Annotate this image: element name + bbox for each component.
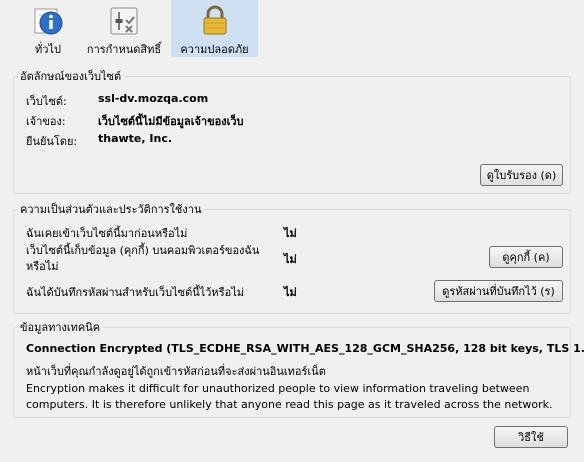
cookies-answer: ไม่ [284, 253, 297, 266]
visited-answer: ไม่ [284, 227, 297, 240]
passwords-question: ฉันได้บันทึกรหัสผ่านสำหรับเว็บไซต์นี้ไว้… [26, 286, 244, 299]
encryption-description-line2: computers. It is therefore unlikely that… [26, 398, 553, 411]
encryption-description-line1: Encryption makes it difficult for unauth… [26, 382, 530, 395]
passwords-answer: ไม่ [284, 286, 297, 299]
connection-status: Connection Encrypted (TLS_ECDHE_RSA_WITH… [26, 342, 584, 355]
verifier-value: thawte, Inc. [98, 132, 173, 145]
tab-general-label: ทั่วไป [35, 43, 61, 56]
cookies-question-line2: หรือไม่ [26, 260, 59, 273]
identity-legend: อัตลักษณ์ของเว็บไซต์ [20, 70, 122, 83]
visited-question: ฉันเคยเข้าเว็บไซต์นี้มาก่อนหรือไม่ [26, 227, 188, 240]
info-icon [34, 8, 63, 35]
view-saved-passwords-button[interactable]: ดูรหัสผ่านที่บันทึกไว้ (ร) [434, 280, 563, 302]
website-value: ssl-dv.mozqa.com [98, 92, 209, 105]
owner-value: เว็บไซต์นี้ไม่มีข้อมูลเจ้าของเว็บ [98, 115, 244, 128]
view-cookies-button[interactable]: ดูคุกกี้ (ค) [489, 246, 563, 268]
website-label: เว็บไซต์: [26, 95, 67, 108]
permissions-icon [110, 7, 138, 35]
lock-icon [203, 5, 226, 35]
tab-general[interactable]: ทั่วไป [22, 0, 74, 57]
tab-permissions-label: การกำหนดสิทธิ์ [86, 43, 162, 56]
technical-legend: ข้อมูลทางเทคนิค [20, 321, 101, 334]
privacy-legend: ความเป็นส่วนตัวและประวัติการใช้งาน [20, 203, 202, 216]
verifier-label: ยืนยันโดย: [26, 135, 78, 148]
help-button[interactable]: วิธีใช้ [494, 426, 568, 448]
cookies-question-line1: เว็บไซต์นี้เก็บข้อมูล (คุกกี้) บนคอมพิวเ… [26, 244, 260, 257]
owner-label: เจ้าของ: [26, 115, 66, 128]
tab-security-label: ความปลอดภัย [180, 43, 249, 56]
tab-permissions[interactable]: การกำหนดสิทธิ์ [80, 0, 168, 57]
view-certificate-button[interactable]: ดูใบรับรอง (ด) [480, 164, 563, 186]
encryption-note: หน้าเว็บที่คุณกำลังดูอยู่ได้ถูกเข้ารหัสก… [26, 365, 326, 378]
tab-bar: ทั่วไป การกำหนดสิทธิ์ ความปลอดภัย [0, 0, 584, 57]
tab-security[interactable]: ความปลอดภัย [171, 0, 258, 57]
